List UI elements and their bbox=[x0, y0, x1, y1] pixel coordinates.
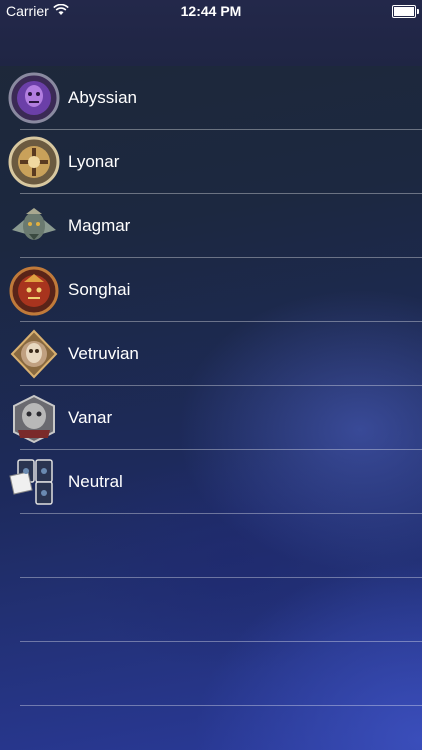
row-separator bbox=[20, 705, 422, 706]
lyonar-crest-icon bbox=[8, 136, 60, 188]
faction-label: Songhai bbox=[68, 280, 131, 299]
faction-label: Lyonar bbox=[68, 152, 120, 171]
faction-row-songhai[interactable]: Songhai bbox=[0, 258, 422, 322]
faction-row-lyonar[interactable]: Lyonar bbox=[0, 130, 422, 194]
faction-label: Abyssian bbox=[68, 88, 137, 107]
faction-label: Neutral bbox=[68, 472, 123, 491]
faction-row-abyssian[interactable]: Abyssian bbox=[0, 66, 422, 130]
vanar-crest-icon bbox=[8, 392, 60, 444]
faction-label: Magmar bbox=[68, 216, 131, 235]
faction-row-vetruvian[interactable]: Vetruvian bbox=[0, 322, 422, 386]
empty-row bbox=[0, 514, 422, 578]
faction-list: Abyssian Lyonar Magmar Songhai Vetruvian… bbox=[0, 66, 422, 706]
battery-icon bbox=[392, 5, 419, 18]
status-bar: Carrier 12:44 PM bbox=[0, 0, 422, 22]
faction-row-vanar[interactable]: Vanar bbox=[0, 386, 422, 450]
abyssian-crest-icon bbox=[8, 72, 60, 124]
vetruvian-crest-icon bbox=[8, 328, 60, 380]
neutral-cards-icon bbox=[8, 456, 60, 508]
faction-row-neutral[interactable]: Neutral bbox=[0, 450, 422, 514]
faction-label: Vetruvian bbox=[68, 344, 139, 363]
faction-row-magmar[interactable]: Magmar bbox=[0, 194, 422, 258]
clock: 12:44 PM bbox=[180, 3, 242, 19]
empty-row bbox=[0, 578, 422, 642]
magmar-crest-icon bbox=[8, 200, 60, 252]
songhai-crest-icon bbox=[8, 264, 60, 316]
empty-row bbox=[0, 642, 422, 706]
faction-label: Vanar bbox=[68, 408, 113, 427]
